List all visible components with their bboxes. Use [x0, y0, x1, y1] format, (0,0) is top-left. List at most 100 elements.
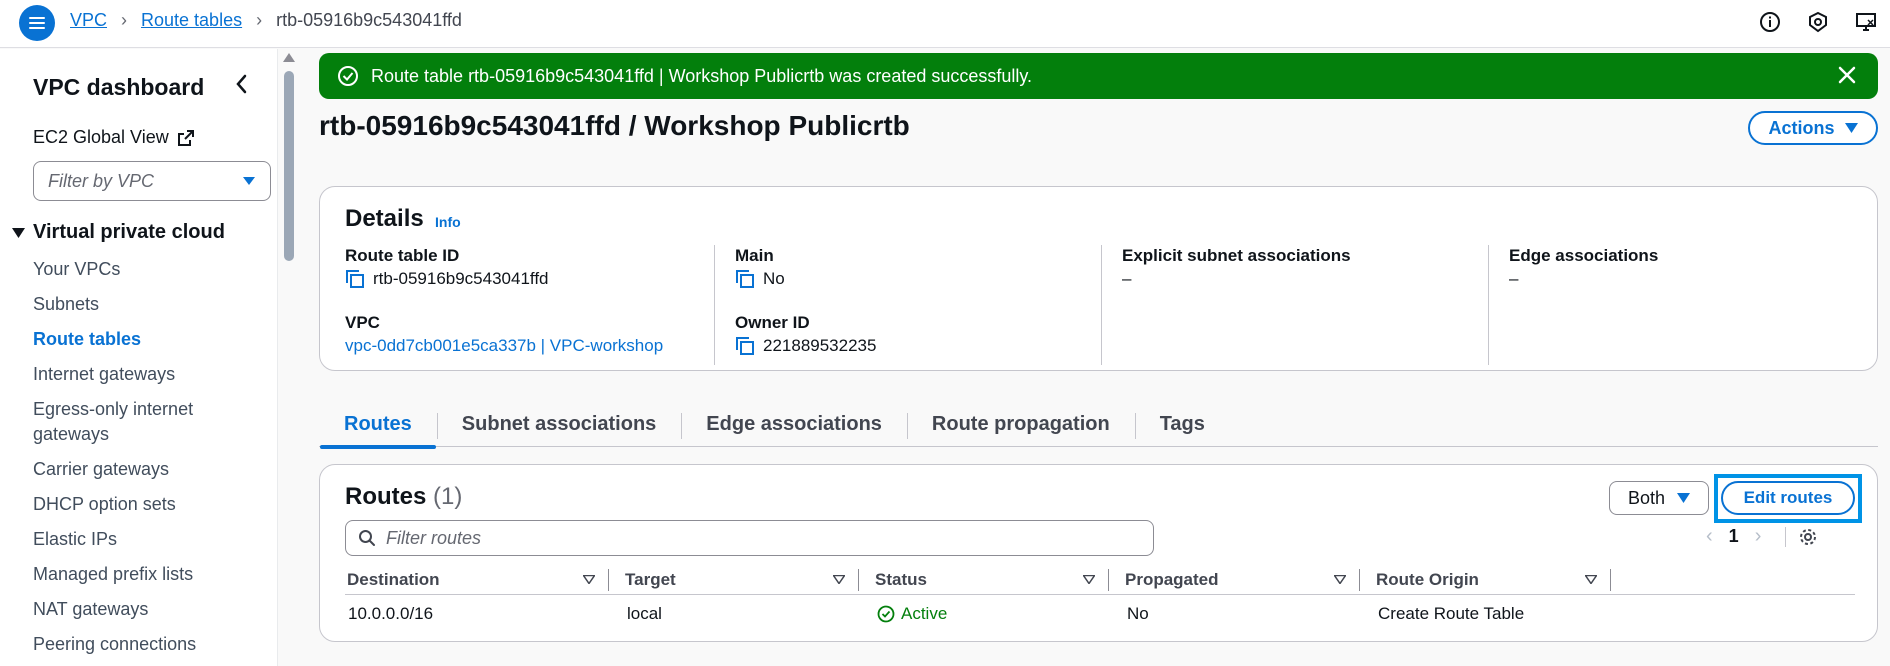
sidebar-item-egress-only-internet-gateways[interactable]: Egress-only internet gateways	[33, 397, 263, 447]
chevron-left-icon	[236, 74, 247, 94]
vpc-value: vpc-0dd7cb001e5ca337b | VPC-workshop	[345, 334, 707, 358]
sidebar-item-your-vpcs[interactable]: Your VPCs	[33, 257, 263, 282]
caret-down-icon	[1844, 123, 1858, 133]
column-header-target[interactable]: Target	[609, 565, 859, 594]
sidebar-item-nat-gateways[interactable]: NAT gateways	[33, 597, 263, 622]
scroll-up-arrow-icon[interactable]	[283, 53, 295, 62]
table-row[interactable]: 10.0.0.0/16 local Active No Create Route…	[345, 599, 1855, 629]
status-text: Active	[901, 604, 948, 623]
route-type-select[interactable]: Both	[1609, 481, 1709, 515]
page-number[interactable]: 1	[1729, 526, 1739, 547]
copy-icon[interactable]	[345, 269, 365, 289]
route-table-id-label: Route table ID	[345, 246, 460, 265]
cell-status: Active	[859, 604, 1109, 624]
sidebar-item-route-tables[interactable]: Route tables	[33, 327, 263, 352]
tab-route-propagation[interactable]: Route propagation	[906, 403, 1135, 447]
success-flashbar: Route table rtb-05916b9c543041ffd | Work…	[319, 53, 1878, 99]
route-table-id-value: rtb-05916b9c543041ffd	[345, 267, 707, 291]
caret-down-icon	[1677, 493, 1691, 503]
actions-button[interactable]: Actions	[1748, 111, 1878, 145]
sort-caret-icon	[1585, 575, 1597, 584]
info-icon[interactable]	[1758, 10, 1782, 34]
details-column-1: Route table ID rtb-05916b9c543041ffd VPC…	[345, 245, 707, 365]
actions-label: Actions	[1768, 117, 1835, 138]
sidebar-item-internet-gateways[interactable]: Internet gateways	[33, 362, 263, 387]
sidebar-item-elastic-ips[interactable]: Elastic IPs	[33, 527, 263, 552]
route-table-id-text: rtb-05916b9c543041ffd	[373, 269, 549, 288]
edit-routes-button[interactable]: Edit routes	[1721, 481, 1855, 515]
gear-icon[interactable]	[1785, 526, 1818, 547]
routes-count: (1)	[433, 483, 463, 510]
hamburger-icon	[29, 17, 45, 29]
tab-subnet-associations[interactable]: Subnet associations	[436, 403, 682, 447]
column-header-destination[interactable]: Destination	[345, 565, 609, 594]
breadcrumb-current: rtb-05916b9c543041ffd	[276, 10, 462, 30]
page-title: rtb-05916b9c543041ffd / Workshop Publicr…	[319, 110, 910, 141]
cell-route-origin: Create Route Table	[1378, 604, 1525, 623]
tab-edge-associations[interactable]: Edge associations	[681, 403, 907, 447]
security-shield-icon[interactable]	[1806, 10, 1830, 34]
breadcrumb-vpc[interactable]: VPC	[70, 10, 107, 31]
cell-target: local	[627, 604, 662, 623]
collapse-sidebar-button[interactable]	[232, 73, 252, 100]
sidebar-item-dhcp-option-sets[interactable]: DHCP option sets	[33, 492, 263, 517]
sidebar-item-managed-prefix-lists[interactable]: Managed prefix lists	[33, 562, 263, 587]
details-column-4: Edge associations –	[1488, 245, 1850, 365]
caret-down-icon	[12, 227, 25, 238]
copy-icon[interactable]	[735, 269, 755, 289]
ec2-global-view-link[interactable]: EC2 Global View	[33, 127, 195, 148]
details-column-2: Main No Owner ID 221889532235	[714, 245, 1076, 365]
filter-routes-field[interactable]	[345, 520, 1154, 556]
sort-caret-icon	[833, 575, 845, 584]
breadcrumb-route-tables[interactable]: Route tables	[141, 10, 242, 31]
column-header-propagated[interactable]: Propagated	[1109, 565, 1360, 594]
tabs: Routes Subnet associations Edge associat…	[319, 403, 1878, 449]
monitor-feedback-icon[interactable]	[1854, 10, 1878, 34]
tab-routes[interactable]: Routes	[319, 403, 437, 449]
success-check-icon	[338, 66, 358, 86]
column-header-status[interactable]: Status	[859, 565, 1109, 594]
sidebar-item-subnets[interactable]: Subnets	[33, 292, 263, 317]
chevron-right-icon: ›	[256, 10, 263, 30]
flash-message: Route table rtb-05916b9c543041ffd | Work…	[371, 65, 1033, 86]
explicit-subnet-associations-label: Explicit subnet associations	[1122, 246, 1351, 265]
chevron-right-icon[interactable]: ›	[1755, 525, 1762, 548]
top-navigation-bar: VPC › Route tables › rtb-05916b9c543041f…	[0, 0, 1890, 48]
tab-tags[interactable]: Tags	[1134, 403, 1230, 447]
routes-heading-text: Routes	[345, 483, 427, 510]
filter-routes-input[interactable]	[386, 527, 1086, 549]
sidebar-scrollbar[interactable]	[283, 53, 295, 665]
menu-button[interactable]	[19, 5, 55, 41]
routes-heading: Routes (1)	[345, 483, 462, 511]
chevron-right-icon: ›	[121, 10, 128, 30]
top-utility-icons	[1758, 10, 1878, 34]
filter-by-vpc-select[interactable]: Filter by VPC	[33, 161, 271, 201]
search-icon	[359, 530, 375, 546]
sort-caret-icon	[1083, 575, 1095, 584]
close-icon[interactable]	[1836, 64, 1858, 91]
status-success-icon	[877, 605, 895, 623]
chevron-left-icon[interactable]: ‹	[1706, 525, 1713, 548]
column-header-route-origin[interactable]: Route Origin	[1360, 565, 1611, 594]
scrollbar-thumb[interactable]	[284, 71, 294, 261]
column-header-label: Route Origin	[1376, 569, 1479, 589]
info-link[interactable]: Info	[435, 214, 461, 230]
virtual-private-cloud-section[interactable]: Virtual private cloud	[12, 221, 225, 244]
filter-by-vpc-placeholder: Filter by VPC	[48, 170, 155, 191]
sort-caret-icon	[1334, 575, 1346, 584]
sidebar-item-carrier-gateways[interactable]: Carrier gateways	[33, 457, 263, 482]
edge-associations-value: –	[1509, 269, 1519, 288]
cell-destination: 10.0.0.0/16	[348, 604, 434, 623]
sidebar-item-peering-connections[interactable]: Peering connections	[33, 632, 263, 657]
owner-id-value: 221889532235	[735, 334, 1076, 358]
copy-icon[interactable]	[735, 336, 755, 356]
vpc-link[interactable]: vpc-0dd7cb001e5ca337b | VPC-workshop	[345, 334, 663, 358]
details-panel: Details Info Route table ID rtb-05916b9c…	[319, 186, 1878, 371]
owner-id-label: Owner ID	[735, 313, 810, 332]
details-column-3: Explicit subnet associations –	[1101, 245, 1463, 365]
edge-associations-label: Edge associations	[1509, 246, 1659, 265]
sidebar-title[interactable]: VPC dashboard	[33, 74, 204, 101]
ec2-global-view-label: EC2 Global View	[33, 127, 169, 147]
breadcrumb: VPC › Route tables › rtb-05916b9c543041f…	[70, 10, 462, 31]
main-label: Main	[735, 246, 774, 265]
